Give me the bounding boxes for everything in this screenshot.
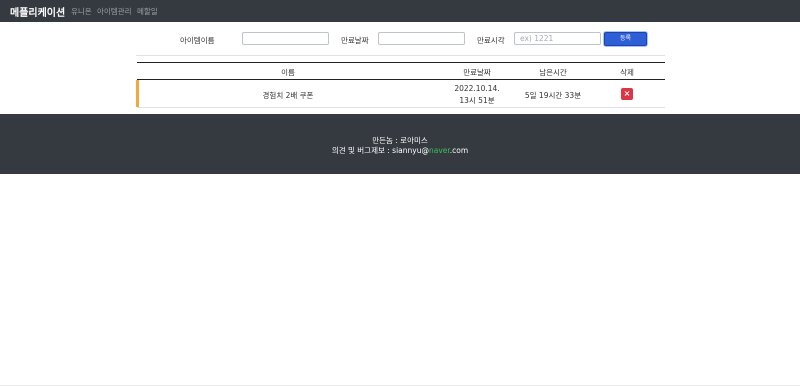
app-brand[interactable]: 메플리케이션 [10,4,65,19]
nav-link-item-management[interactable]: 아이템관리 [97,6,132,17]
row-remaining-time: 5일 19시간 33분 [524,91,582,100]
delete-button[interactable]: × [621,88,633,100]
footer-contact-domain[interactable]: naver [429,146,450,155]
column-header-delete: 삭제 [620,68,634,77]
row-bottom-border [137,107,665,108]
table-header-bottom-border [137,79,665,80]
column-header-remaining: 남은시간 [539,68,567,77]
page-bottom-rule [0,385,800,386]
submit-button[interactable]: 등록 [604,32,647,46]
item-name-label: 아이템이름 [180,36,215,45]
nav-link-union[interactable]: 유니온 [71,6,92,17]
row-expire-time: 13시 51분 [459,96,495,105]
footer: 만든놈 : 로아미스 의견 및 버그제보 : siannyu@naver.com [0,114,800,174]
row-item-name: 경험치 2배 쿠폰 [262,91,314,100]
footer-contact-prefix: 의견 및 버그제보 : siannyu@ [331,146,429,155]
expire-time-label: 만료시각 [477,36,505,45]
expire-time-input[interactable] [514,32,601,45]
nav-link-todo[interactable]: 메할일 [137,6,158,17]
top-navbar: 메플리케이션 유니온 아이템관리 메할일 [0,0,800,22]
table-header-top-border [137,62,665,63]
item-name-input[interactable] [242,32,329,45]
column-header-expire-date: 만료날짜 [463,68,491,77]
form-divider [136,55,665,56]
column-header-name: 이름 [281,68,295,77]
footer-contact-suffix: .com [449,146,469,155]
row-expire-date: 2022.10.14. [454,84,500,93]
row-accent-bar [136,80,139,107]
footer-contact: 의견 및 버그제보 : siannyu@naver.com [0,145,800,156]
expire-date-input[interactable] [378,32,465,45]
expire-date-label: 만료날짜 [341,36,369,45]
